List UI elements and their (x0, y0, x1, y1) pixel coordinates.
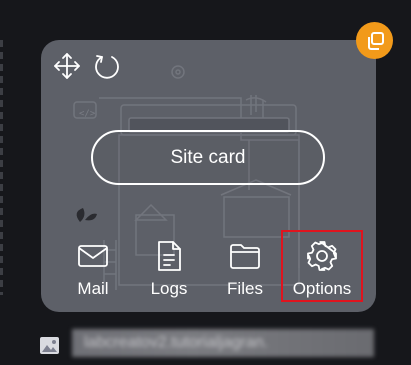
move-icon[interactable] (53, 52, 81, 80)
mail-button[interactable]: Mail (58, 237, 128, 301)
mail-label: Mail (77, 279, 109, 298)
folder-icon (228, 239, 262, 273)
image-icon (40, 337, 59, 354)
options-button[interactable]: Options (281, 230, 363, 302)
svg-text:</>: </> (79, 109, 96, 119)
left-border-decoration (0, 40, 3, 295)
logs-label: Logs (150, 279, 188, 298)
site-card: </> Site card Mail Logs Files Options (41, 40, 376, 312)
document-icon (152, 239, 186, 273)
duplicate-button[interactable] (356, 22, 393, 59)
copy-icon (367, 31, 384, 50)
site-card-button[interactable]: Site card (91, 130, 325, 185)
logs-button[interactable]: Logs (134, 237, 204, 301)
refresh-icon[interactable] (93, 52, 121, 80)
site-url[interactable]: labcreatov2.tutorialjagran. (72, 329, 374, 357)
options-label: Options (292, 279, 352, 298)
mail-icon (76, 239, 110, 273)
gear-icon (305, 239, 339, 273)
files-button[interactable]: Files (210, 237, 280, 301)
files-label: Files (227, 279, 263, 298)
